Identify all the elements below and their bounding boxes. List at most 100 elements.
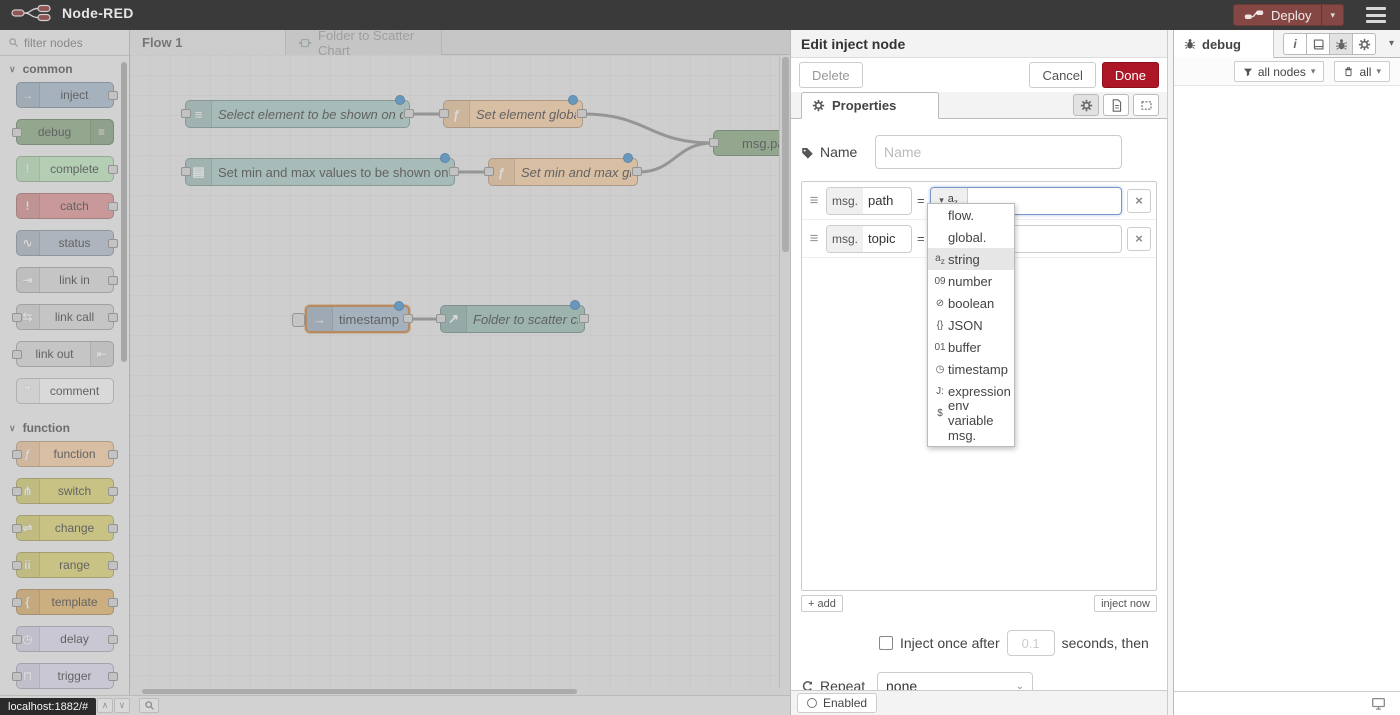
type-option-label: global.: [948, 230, 986, 245]
type-option-flow-[interactable]: flow.: [928, 204, 1014, 226]
equals-sign: =: [917, 231, 925, 246]
chevron-down-icon: ▾: [1311, 66, 1316, 77]
property-key-input[interactable]: msg.path: [826, 187, 912, 215]
type-option-label: JSON: [948, 318, 983, 333]
type-option-timestamp[interactable]: ◷timestamp: [928, 358, 1014, 380]
node-enabled-toggle[interactable]: Enabled: [797, 693, 877, 713]
type-option-boolean[interactable]: ⊘boolean: [928, 292, 1014, 314]
debug-filter-button[interactable]: all nodes ▾: [1234, 61, 1325, 82]
type-option-label: msg.: [948, 428, 976, 443]
gear-icon: [1080, 99, 1093, 112]
env-variable-type-icon: $: [932, 408, 948, 419]
type-option-label: expression: [948, 384, 1011, 399]
debug-filter-row: all nodes ▾ all ▾: [1174, 58, 1400, 86]
inject-now-button[interactable]: inject now: [1094, 595, 1157, 612]
chevron-down-icon: ▾: [1376, 66, 1381, 77]
deploy-label: Deploy: [1271, 8, 1311, 23]
property-key-value: path: [863, 188, 898, 214]
browser-status-bar: localhost:1882/#: [0, 698, 96, 715]
type-option-label: string: [948, 252, 980, 267]
sidebar-buttons: i: [1284, 33, 1376, 55]
remove-row-button[interactable]: ×: [1127, 189, 1151, 213]
debug-clear-button[interactable]: all ▾: [1334, 61, 1390, 82]
sidebar-options-caret[interactable]: ▾: [1389, 38, 1394, 49]
inject-once-checkbox[interactable]: [879, 636, 893, 650]
type-option-global-[interactable]: global.: [928, 226, 1014, 248]
node-appearance-button[interactable]: [1133, 94, 1159, 116]
debug-messages-area: [1174, 86, 1400, 691]
trash-icon: [1343, 66, 1354, 77]
inject-once-suffix: seconds, then: [1062, 635, 1149, 651]
node-red-logo: Node-RED: [10, 4, 134, 22]
debug-sidebar: debug i ▾ all nodes ▾ all ▾: [1174, 30, 1400, 715]
type-option-env-variable[interactable]: $env variable: [928, 402, 1014, 424]
tray-resize-handle[interactable]: [1167, 30, 1174, 715]
drag-handle-icon[interactable]: ≡: [807, 230, 821, 247]
inject-once-label: Inject once after: [900, 635, 1000, 651]
tab-debug[interactable]: debug: [1174, 30, 1274, 58]
remove-row-button[interactable]: ×: [1127, 227, 1151, 251]
buffer-type-icon: 01: [932, 342, 948, 353]
name-row: Name: [801, 135, 1157, 169]
gear-icon: [812, 99, 825, 112]
expression-type-icon: J:: [932, 386, 948, 397]
tray-footer: Enabled: [791, 690, 1167, 715]
boolean-type-icon: ⊘: [932, 298, 948, 309]
name-label: Name: [801, 144, 867, 160]
equals-sign: =: [917, 193, 925, 208]
delete-button[interactable]: Delete: [799, 62, 863, 88]
type-option-string[interactable]: azstring: [928, 248, 1014, 270]
list-actions: + add inject now: [801, 595, 1157, 615]
cancel-button[interactable]: Cancel: [1029, 62, 1095, 88]
drag-handle-icon[interactable]: ≡: [807, 192, 821, 209]
node-red-window: Node-RED Deploy ▾ ∨commoninject→debug≡co…: [0, 0, 1400, 715]
inject-once-delay-input[interactable]: [1007, 630, 1055, 656]
app-header: Node-RED Deploy ▾: [0, 0, 1400, 30]
name-input[interactable]: [875, 135, 1122, 169]
msg-prefix-chip: msg.: [827, 226, 863, 252]
type-option-json[interactable]: {}JSON: [928, 314, 1014, 336]
tag-icon: [801, 146, 814, 159]
tray-toolbar: Delete Cancel Done: [791, 58, 1167, 92]
help-tab-button[interactable]: [1306, 33, 1330, 55]
info-tab-button[interactable]: i: [1283, 33, 1307, 55]
main-menu-button[interactable]: [1366, 7, 1386, 23]
type-option-label: boolean: [948, 296, 994, 311]
config-tab-button[interactable]: [1352, 33, 1376, 55]
type-option-label: buffer: [948, 340, 981, 355]
node-red-logo-icon: [10, 4, 54, 22]
properties-tab-label: Properties: [832, 98, 896, 113]
debug-tab-button[interactable]: [1329, 33, 1353, 55]
edit-node-tray: Edit inject node Delete Cancel Done Prop…: [790, 30, 1167, 715]
string-type-icon: az: [932, 253, 948, 266]
type-dropdown-menu: flow.global.azstring09number⊘boolean{}JS…: [927, 203, 1015, 447]
type-option-buffer[interactable]: 01buffer: [928, 336, 1014, 358]
tab-properties[interactable]: Properties: [801, 92, 939, 119]
gear-icon: [1358, 38, 1371, 51]
file-icon: [1110, 99, 1123, 112]
deploy-button[interactable]: Deploy ▾: [1233, 4, 1344, 26]
property-key-input[interactable]: msg.topic: [826, 225, 912, 253]
bug-icon: [1184, 38, 1196, 50]
node-settings-button[interactable]: [1073, 94, 1099, 116]
sidebar-header: debug i ▾: [1174, 30, 1400, 58]
type-option-number[interactable]: 09number: [928, 270, 1014, 292]
add-property-button[interactable]: + add: [801, 595, 843, 612]
msg-prefix-chip: msg.: [827, 188, 863, 214]
sidebar-footer: [1174, 691, 1400, 715]
number-type-icon: 09: [932, 276, 948, 287]
deploy-options-caret[interactable]: ▾: [1321, 5, 1343, 25]
funnel-icon: [1243, 67, 1253, 77]
app-title: Node-RED: [62, 5, 134, 21]
type-option-label: timestamp: [948, 362, 1008, 377]
box-select-icon: [1140, 99, 1153, 112]
json-type-icon: {}: [932, 320, 948, 331]
monitor-icon[interactable]: [1371, 696, 1386, 711]
inject-once-row: Inject once after seconds, then: [801, 630, 1157, 656]
book-icon: [1312, 38, 1325, 51]
node-description-button[interactable]: [1103, 94, 1129, 116]
type-option-label: flow.: [948, 208, 974, 223]
enabled-status-icon: [807, 698, 817, 708]
done-button[interactable]: Done: [1102, 62, 1159, 88]
bug-icon: [1335, 38, 1348, 51]
